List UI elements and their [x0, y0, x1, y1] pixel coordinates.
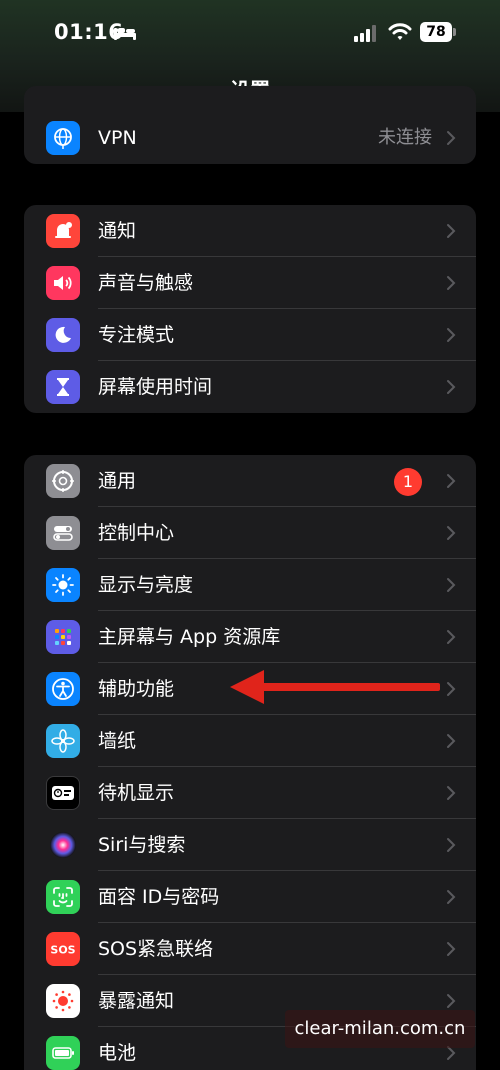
accessibility-icon	[46, 672, 80, 706]
settings-row-home-screen[interactable]: 主屏幕与 App 资源库	[24, 611, 476, 663]
chevron-right-icon	[447, 838, 456, 852]
settings-row-display[interactable]: 显示与亮度	[24, 559, 476, 611]
settings-row-emergency-sos[interactable]: SOS SOS紧急联络	[24, 923, 476, 975]
globe-icon	[46, 121, 80, 155]
settings-row-label: 主屏幕与 App 资源库	[98, 626, 281, 648]
chevron-right-icon	[447, 474, 456, 488]
chevron-right-icon	[447, 890, 456, 904]
chevron-right-icon	[447, 786, 456, 800]
settings-row-wallpaper[interactable]: 墙纸	[24, 715, 476, 767]
speaker-icon	[46, 266, 80, 300]
settings-row-label: Siri与搜索	[98, 834, 186, 856]
chevron-right-icon	[447, 380, 456, 394]
settings-row-label: 墙纸	[98, 730, 137, 752]
battery-icon	[46, 1036, 80, 1070]
settings-row-sounds[interactable]: 声音与触感	[24, 257, 476, 309]
settings-row-label: 控制中心	[98, 522, 175, 544]
moon-icon	[46, 318, 80, 352]
vpn-status-value: 未连接	[378, 127, 432, 148]
battery-level: 78	[420, 22, 452, 42]
chevron-right-icon	[447, 994, 456, 1008]
notification-badge: 1	[394, 468, 422, 496]
settings-row-label: VPN	[98, 127, 137, 149]
siri-icon	[46, 828, 80, 862]
flower-icon	[46, 724, 80, 758]
settings-row-vpn[interactable]: VPN 未连接	[24, 112, 476, 164]
settings-row-label: 屏幕使用时间	[98, 376, 213, 398]
settings-row-siri[interactable]: Siri与搜索	[24, 819, 476, 871]
settings-row-face-id[interactable]: 面容 ID与密码	[24, 871, 476, 923]
settings-row-focus[interactable]: 专注模式	[24, 309, 476, 361]
settings-row-general[interactable]: 通用 1	[24, 455, 476, 507]
cellular-signal-icon	[354, 25, 376, 42]
sleep-bed-icon	[114, 28, 136, 40]
settings-row-label: 通用	[98, 470, 137, 492]
battery-tip	[453, 28, 456, 36]
exposure-icon	[46, 984, 80, 1018]
status-time: 01:16	[54, 20, 124, 44]
watermark-text: clear-milan.com.cn	[285, 1010, 475, 1048]
svg-text:SOS: SOS	[50, 944, 75, 957]
app-grid-icon	[46, 620, 80, 654]
settings-row-label: 辅助功能	[98, 678, 175, 700]
chevron-right-icon	[447, 578, 456, 592]
settings-row-control-center[interactable]: 控制中心	[24, 507, 476, 559]
settings-row-label: 显示与亮度	[98, 574, 194, 596]
chevron-right-icon	[447, 942, 456, 956]
settings-row-label: 电池	[98, 1042, 137, 1064]
settings-group-general: 通用 1 控制中心 显示与亮度 主屏幕与 App 资源库 辅助功能 墙纸 待机显…	[24, 455, 476, 1070]
settings-row-label: 面容 ID与密码	[98, 886, 220, 908]
battery-indicator: 78	[420, 22, 456, 42]
gear-icon	[46, 464, 80, 498]
chevron-right-icon	[447, 682, 456, 696]
wifi-icon	[388, 23, 412, 40]
face-id-icon	[46, 880, 80, 914]
settings-row-label: 专注模式	[98, 324, 175, 346]
bell-icon	[46, 214, 80, 248]
settings-group-network: VPN 未连接	[24, 86, 476, 164]
chevron-right-icon	[447, 224, 456, 238]
settings-row-notifications[interactable]: 通知	[24, 205, 476, 257]
settings-group-notifications: 通知 声音与触感 专注模式 屏幕使用时间	[24, 205, 476, 413]
chevron-right-icon	[447, 328, 456, 342]
chevron-right-icon	[447, 734, 456, 748]
hourglass-icon	[46, 370, 80, 404]
chevron-right-icon	[447, 526, 456, 540]
sun-icon	[46, 568, 80, 602]
settings-row-label: 待机显示	[98, 782, 175, 804]
sos-icon: SOS	[46, 932, 80, 966]
settings-row-label: SOS紧急联络	[98, 938, 214, 960]
settings-row-label: 暴露通知	[98, 990, 175, 1012]
settings-row-screen-time[interactable]: 屏幕使用时间	[24, 361, 476, 413]
settings-row-standby[interactable]: 待机显示	[24, 767, 476, 819]
toggles-icon	[46, 516, 80, 550]
chevron-right-icon	[447, 630, 456, 644]
standby-icon	[46, 776, 80, 810]
settings-row-label: 通知	[98, 220, 137, 242]
settings-row-label: 声音与触感	[98, 272, 194, 294]
chevron-right-icon	[447, 276, 456, 290]
annotation-arrow-icon	[230, 670, 440, 704]
chevron-right-icon	[447, 131, 456, 145]
